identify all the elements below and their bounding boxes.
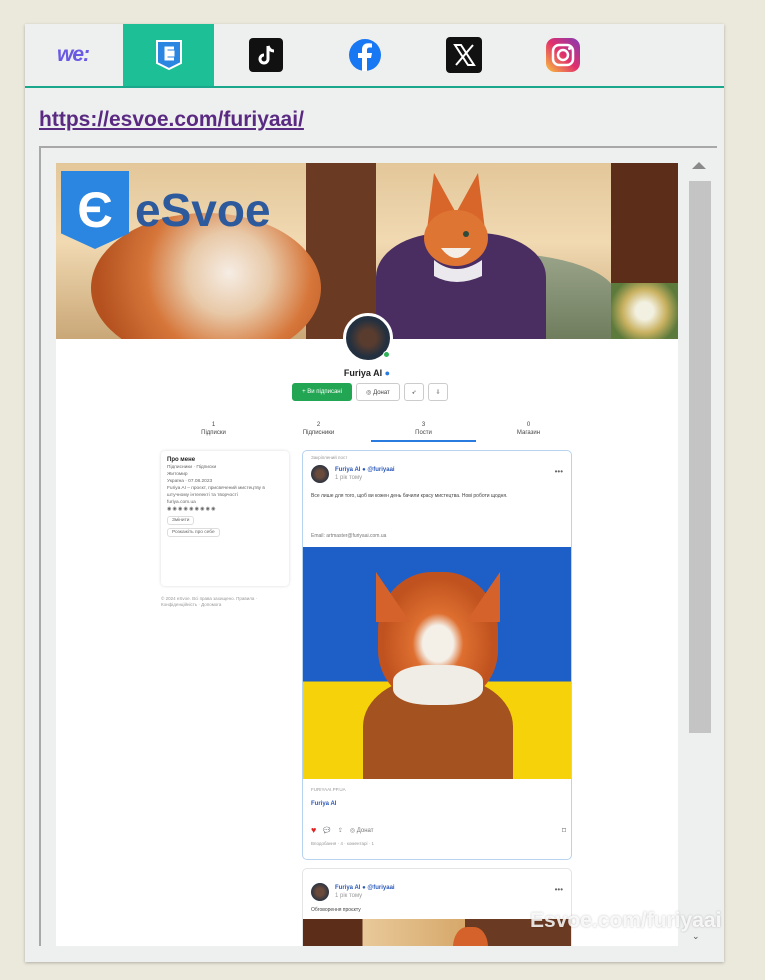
post-time: 1 рік тому <box>335 893 363 899</box>
download-button[interactable]: ⇩ <box>428 383 448 401</box>
footer-links[interactable]: © 2024 eSvoe. Всі права захищено. Правил… <box>161 596 289 608</box>
profile-stats-tabs: 1 Підписки 2 Підписники 3 Пости 0 Магазин <box>161 421 581 442</box>
post-author[interactable]: Furiya AI ● @furiyaai <box>335 467 395 473</box>
esvoe-logo-mark: Є <box>61 171 129 249</box>
bookmark-icon[interactable]: ⌑ <box>562 826 566 835</box>
post-avatar[interactable] <box>311 465 329 483</box>
facebook-icon <box>349 39 381 71</box>
x-icon <box>446 37 482 73</box>
verified-icon: ● <box>384 368 391 378</box>
tab-facebook[interactable] <box>318 24 412 86</box>
about-chip[interactable]: Розкажіть про себе <box>167 528 220 537</box>
post-author[interactable]: Furiya AI ● @furiyaai <box>335 885 395 891</box>
tab-esvoe[interactable] <box>123 24 214 86</box>
profile-url-link[interactable]: https://esvoe.com/furiyaai/ <box>39 108 304 132</box>
pinned-label: Закріплений пост <box>311 455 348 460</box>
online-indicator <box>383 351 390 358</box>
comment-icon[interactable]: 💬 <box>323 827 330 834</box>
post-link-title[interactable]: Furiya AI <box>311 801 336 807</box>
instagram-icon <box>546 38 580 72</box>
about-panel: Про мене Підписники · Підписки Житомир У… <box>161 451 289 586</box>
brand-text: we: <box>56 43 90 66</box>
profile-name: Furiya AI ● <box>343 368 391 378</box>
esvoe-logo: Є eSvoe <box>61 171 271 249</box>
tab-posts[interactable]: 3 Пости <box>371 421 476 442</box>
tab-subscribers[interactable]: 2 Підписники <box>266 421 371 442</box>
like-heart-icon[interactable]: ♥ <box>311 825 316 835</box>
post-stats: Вподобання · 4 · коментарі · 1 <box>311 841 374 846</box>
tab-x[interactable] <box>412 24 516 86</box>
embedded-preview-frame: Є eSvoe Furiya AI ● + Ви підписані ◎ Дон… <box>39 146 717 946</box>
post-avatar[interactable] <box>311 883 329 901</box>
esvoe-icon <box>155 40 182 71</box>
post-image-fox[interactable] <box>303 547 571 779</box>
donate-button[interactable]: ◎ Донат <box>356 383 400 401</box>
watermark: Esvoe.com/furiyaai <box>530 909 722 932</box>
post-card: Закріплений пост Furiya AI ● @furiyaai 1 … <box>302 450 572 860</box>
avatar[interactable] <box>343 313 393 363</box>
post-donate-button[interactable]: ◎ Донат <box>350 827 374 834</box>
post-link-source[interactable]: FURIYAAI.PP.UA <box>311 787 346 792</box>
tiktok-icon <box>249 38 283 72</box>
edit-chip[interactable]: Змінити <box>167 516 195 525</box>
profile-actions: + Ви підписані ◎ Донат ➶ ⇩ <box>292 383 448 401</box>
scroll-up-arrow-icon[interactable] <box>692 162 706 169</box>
fox-head-illustration <box>424 173 488 282</box>
tab-instagram[interactable] <box>516 24 610 86</box>
post-card: Furiya AI ● @furiyaai 1 рік тому ••• Обго… <box>302 868 572 946</box>
post-reactions: ♥ 💬 ⇪ ◎ Донат ⌑ <box>311 825 566 835</box>
tab-subscriptions[interactable]: 1 Підписки <box>161 421 266 442</box>
scrollbar-thumb[interactable] <box>689 181 711 733</box>
profile-screenshot: Є eSvoe Furiya AI ● + Ви підписані ◎ Дон… <box>56 163 678 946</box>
more-options-icon[interactable]: ••• <box>555 885 563 894</box>
tab-shop[interactable]: 0 Магазин <box>476 421 581 442</box>
post-time: 1 рік тому <box>335 475 363 481</box>
brand-logo: we: <box>25 24 121 86</box>
embed-card: we: https://esvoe.com/furiyaai/ Є eSvoe … <box>25 24 724 962</box>
more-options-icon[interactable]: ••• <box>555 467 563 476</box>
social-links-row[interactable]: ◉ ◉ ◉ ◉ ◉ ◉ ◉ ◉ ◉ <box>167 507 215 512</box>
social-tab-bar: we: <box>25 24 724 88</box>
post-text: Все лише для того, щоб ви кожен день бач… <box>311 493 508 499</box>
about-title: Про мене <box>167 457 196 463</box>
share-icon[interactable]: ⇪ <box>338 827 343 834</box>
post-text: Обговорення проєкту <box>311 907 361 913</box>
subscribed-button[interactable]: + Ви підписані <box>292 383 352 401</box>
tab-tiktok[interactable] <box>214 24 318 86</box>
vertical-scrollbar[interactable]: ⌄ <box>687 156 711 946</box>
website-link[interactable]: furiya.com.ua <box>167 500 196 505</box>
post-email[interactable]: Email: artmaster@furiyaai.com.ua <box>311 533 386 539</box>
esvoe-logo-text: eSvoe <box>135 184 271 236</box>
share-button[interactable]: ➶ <box>404 383 424 401</box>
